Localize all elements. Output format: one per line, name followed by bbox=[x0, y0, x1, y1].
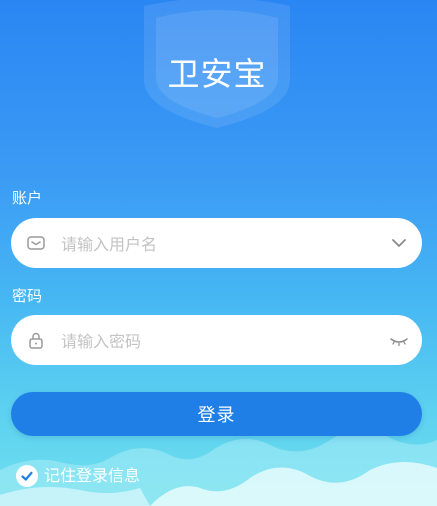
app-logo-shield: 卫安宝 bbox=[144, 0, 290, 128]
account-label: 账户 bbox=[12, 189, 43, 207]
remember-checkbox[interactable] bbox=[16, 465, 38, 487]
check-icon bbox=[21, 471, 33, 481]
chevron-down-icon[interactable] bbox=[388, 232, 410, 254]
password-input[interactable] bbox=[59, 325, 373, 357]
remember-login-toggle[interactable]: 记住登录信息 bbox=[16, 464, 140, 488]
password-field[interactable] bbox=[11, 315, 422, 365]
mail-icon bbox=[27, 236, 45, 250]
password-label: 密码 bbox=[12, 287, 43, 305]
eye-closed-icon[interactable] bbox=[388, 329, 410, 351]
account-field[interactable] bbox=[11, 218, 422, 268]
login-button[interactable]: 登录 bbox=[11, 392, 422, 436]
remember-label: 记住登录信息 bbox=[44, 466, 141, 485]
lock-icon bbox=[29, 332, 43, 349]
app-title: 卫安宝 bbox=[167, 55, 267, 93]
account-input[interactable] bbox=[59, 228, 373, 260]
